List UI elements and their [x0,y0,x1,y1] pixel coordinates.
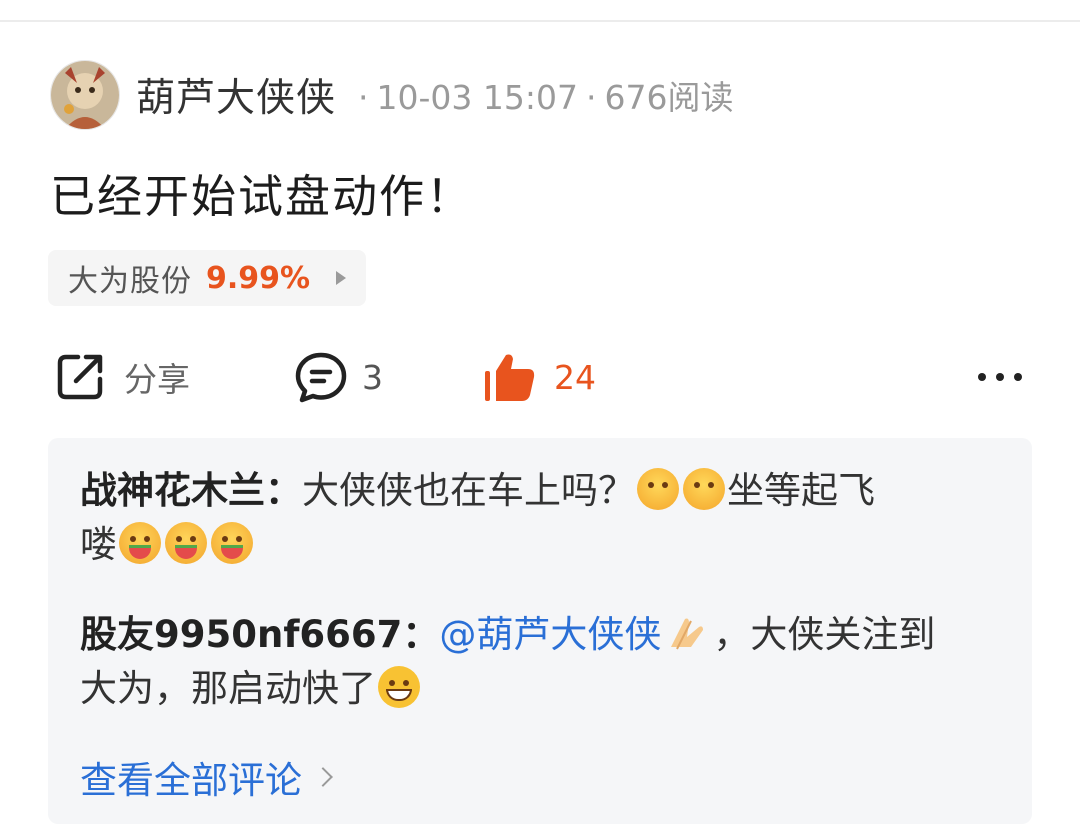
stock-name: 大为股份 [68,264,192,299]
commenter-name[interactable]: 股友9950nf6667： [80,613,439,656]
share-label: 分享 [124,360,190,399]
stock-change: 9.99% [206,260,311,296]
commenter-name[interactable]: 战神花木兰： [80,469,302,512]
chevron-right-icon [313,767,333,787]
post-date: 10-03 15:07 [376,78,578,117]
watermelon-face-emoji [119,522,161,564]
author-name[interactable]: 葫芦大侠侠 [136,67,336,123]
comment-item[interactable]: 股友9950nf6667：@葫芦大侠侠 ，大侠关注到大为，那启动快了 [80,608,1010,716]
read-count: 676阅读 [604,78,734,117]
shy-face-emoji [683,468,725,510]
play-arrow-icon [336,271,347,285]
top-divider [0,20,1080,22]
post-text: 已经开始试盘动作！ [50,170,474,223]
share-icon [57,354,103,400]
comment-item[interactable]: 战神花木兰：大侠侠也在车上吗？ 坐等起飞喽 [80,464,1010,572]
comment-button[interactable]: 3 [294,345,383,409]
action-bar: 分享 3 24 [0,345,1080,409]
post-meta: · 10-03 15:07 · 676阅读 [358,78,734,117]
comment-text: ，大侠关注到 [713,613,936,656]
view-all-comments-link[interactable]: 查看全部评论 [80,750,333,804]
more-button[interactable] [975,345,1025,409]
comment-text: 大为，那启动快了 [80,667,376,710]
pray-hands-emoji [671,618,704,650]
mention-link[interactable]: @葫芦大侠侠 [439,613,661,656]
comment-preview-box: 战神花木兰：大侠侠也在车上吗？ 坐等起飞喽 股友9950nf6667：@葫芦大侠侠… [48,438,1032,824]
grin-face-emoji [378,666,420,708]
comment-count: 3 [362,357,383,397]
shy-face-emoji [637,468,679,510]
comment-text: 坐等起飞 [727,469,875,512]
thumbs-up-icon [485,354,535,401]
like-button[interactable]: 24 [482,345,596,409]
share-button[interactable]: 分享 [54,345,190,409]
more-icon [978,373,1022,381]
comment-text: 大侠侠也在车上吗？ [302,469,635,512]
watermelon-face-emoji [211,522,253,564]
post-header: 葫芦大侠侠 · 10-03 15:07 · 676阅读 [50,60,734,130]
view-all-label: 查看全部评论 [80,759,302,802]
stock-tag[interactable]: 大为股份 9.99% [48,250,366,306]
avatar[interactable] [50,60,120,130]
comment-text: 喽 [80,523,117,566]
comment-icon [295,352,347,403]
like-count: 24 [554,357,596,397]
watermelon-face-emoji [165,522,207,564]
